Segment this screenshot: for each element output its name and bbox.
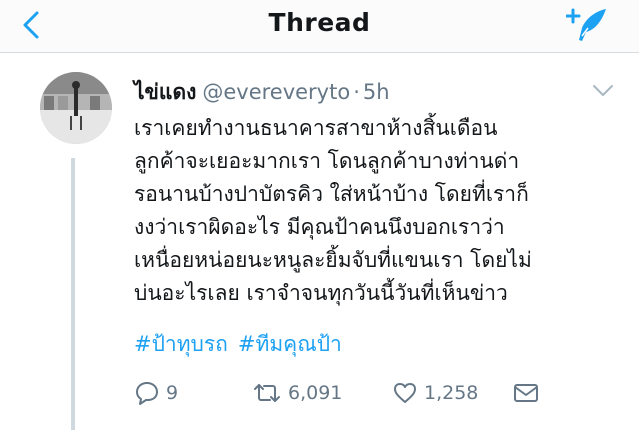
like-button[interactable]: 1,258: [392, 378, 478, 408]
reply-count: 9: [166, 382, 179, 404]
tweet-hashtags: #ป้าทุบรถ #ทีมคุณป้า: [134, 328, 352, 361]
reply-button[interactable]: 9: [134, 378, 178, 408]
author-handle[interactable]: @evereveryto: [202, 80, 350, 104]
like-count: 1,258: [424, 382, 479, 404]
envelope-icon: [514, 384, 538, 402]
tweet-timestamp[interactable]: 5h: [363, 80, 390, 104]
page-title: Thread: [268, 8, 371, 37]
tweet-text-line: ลูกค้าจะเยอะมากเรา โดนลูกค้าบางท่านด่า: [134, 149, 520, 173]
retweet-button[interactable]: 6,091: [252, 378, 342, 408]
tweet-text-line: เราเคยทำงานธนาคารสาขาห้างสิ้นเดือน: [134, 116, 498, 140]
avatar[interactable]: [40, 72, 112, 144]
tweet-text-line: รอนานบ้างปาบัตรคิว ใส่หน้าบ้าง โดยที่เรา…: [134, 182, 529, 206]
separator-dot: ·: [353, 80, 360, 104]
navigation-bar: Thread: [0, 0, 639, 53]
compose-tweet-icon[interactable]: [566, 6, 610, 44]
heart-icon: [394, 383, 416, 403]
tweet-text-line: งงว่าเราผิดอะไร มีคุณป้าคนนึงบอกเราว่า: [134, 215, 505, 239]
retweet-count: 6,091: [288, 382, 343, 404]
thread-connector-line: [71, 158, 75, 430]
chevron-down-icon[interactable]: [592, 84, 614, 98]
tweet-actions: 9 6,091 1,258: [134, 378, 634, 408]
tweet-text-line: เหนื่อยหน่อยนะหนูละยิ้มจับที่แขนเรา โดยไ…: [134, 248, 532, 272]
reply-icon: [136, 382, 158, 405]
avatar-photo: [40, 72, 112, 144]
tweet-text-line: บ่นอะไรเลย เราจำจนทุกวันนี้วันที่เห็นข่า…: [134, 281, 508, 305]
tweet-author-row: ไข่แดง @evereveryto · 5h: [134, 76, 390, 109]
hashtag-link[interactable]: #ป้าทุบรถ: [134, 332, 228, 356]
author-display-name[interactable]: ไข่แดง: [134, 80, 196, 104]
tweet-body: เราเคยทำงานธนาคารสาขาห้างสิ้นเดือน ลูกค้…: [134, 112, 626, 310]
direct-message-button[interactable]: [512, 378, 540, 408]
hashtag-link[interactable]: #ทีมคุณป้า: [238, 332, 342, 356]
retweet-icon: [254, 384, 280, 402]
